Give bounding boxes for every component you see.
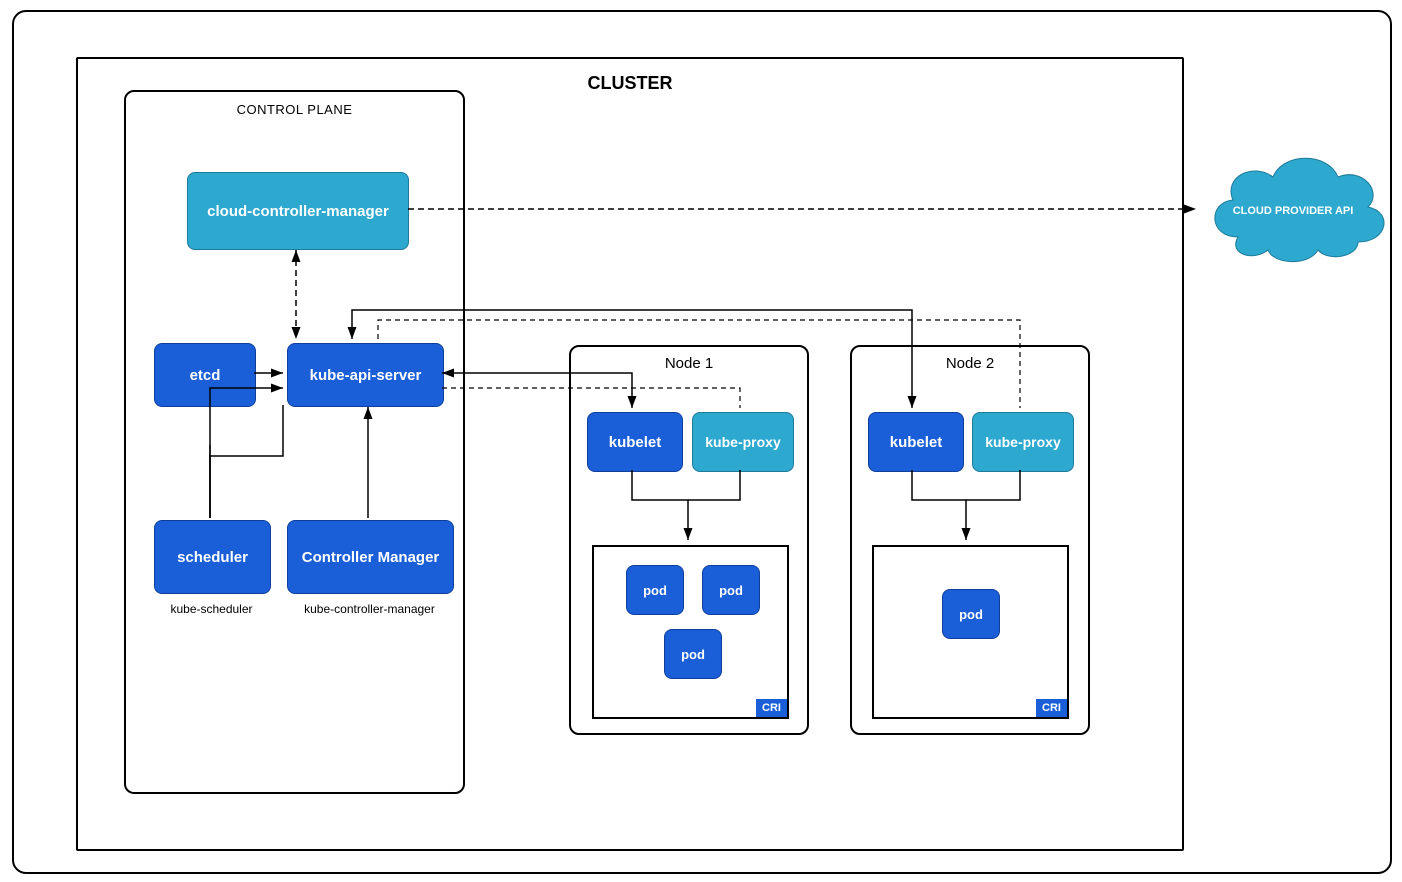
node1-kubelet-box: kubelet — [587, 412, 683, 472]
scheduler-box: scheduler — [154, 520, 271, 594]
cloud-icon: CLOUD PROVIDER API — [1198, 142, 1388, 282]
control-plane-title: CONTROL PLANE — [126, 102, 463, 117]
cm-label: Controller Manager — [302, 549, 440, 566]
ccm-label: cloud-controller-manager — [207, 203, 389, 220]
node1-cri-container: pod pod pod CRI — [592, 545, 789, 719]
node1-pod-1: pod — [626, 565, 684, 615]
outer-frame: CLUSTER CONTROL PLANE cloud-controller-m… — [12, 10, 1392, 874]
node1-pod-2: pod — [702, 565, 760, 615]
node-1-title: Node 1 — [571, 355, 807, 372]
cloud-api-label: CLOUD PROVIDER API — [1233, 205, 1354, 217]
node2-cri-label: CRI — [1036, 699, 1067, 717]
node1-pod-3: pod — [664, 629, 722, 679]
node2-kubelet-box: kubelet — [868, 412, 964, 472]
node2-kubeproxy-box: kube-proxy — [972, 412, 1074, 472]
node2-cri-container: pod CRI — [872, 545, 1069, 719]
controller-manager-box: Controller Manager — [287, 520, 454, 594]
kube-api-server-box: kube-api-server — [287, 343, 444, 407]
scheduler-label: scheduler — [177, 549, 248, 566]
kubelet-label-2: kubelet — [890, 434, 943, 451]
kubeproxy-label-1: kube-proxy — [705, 434, 780, 450]
etcd-label: etcd — [190, 367, 221, 384]
cloud-controller-manager-box: cloud-controller-manager — [187, 172, 409, 250]
node1-cri-label: CRI — [756, 699, 787, 717]
apiserver-label: kube-api-server — [310, 367, 422, 384]
node1-kubeproxy-box: kube-proxy — [692, 412, 794, 472]
node2-pod-1: pod — [942, 589, 1000, 639]
scheduler-sublabel: kube-scheduler — [154, 602, 269, 616]
kubeproxy-label-2: kube-proxy — [985, 434, 1060, 450]
etcd-box: etcd — [154, 343, 256, 407]
kubelet-label-1: kubelet — [609, 434, 662, 451]
cm-sublabel: kube-controller-manager — [287, 602, 452, 616]
node-2-title: Node 2 — [852, 355, 1088, 372]
